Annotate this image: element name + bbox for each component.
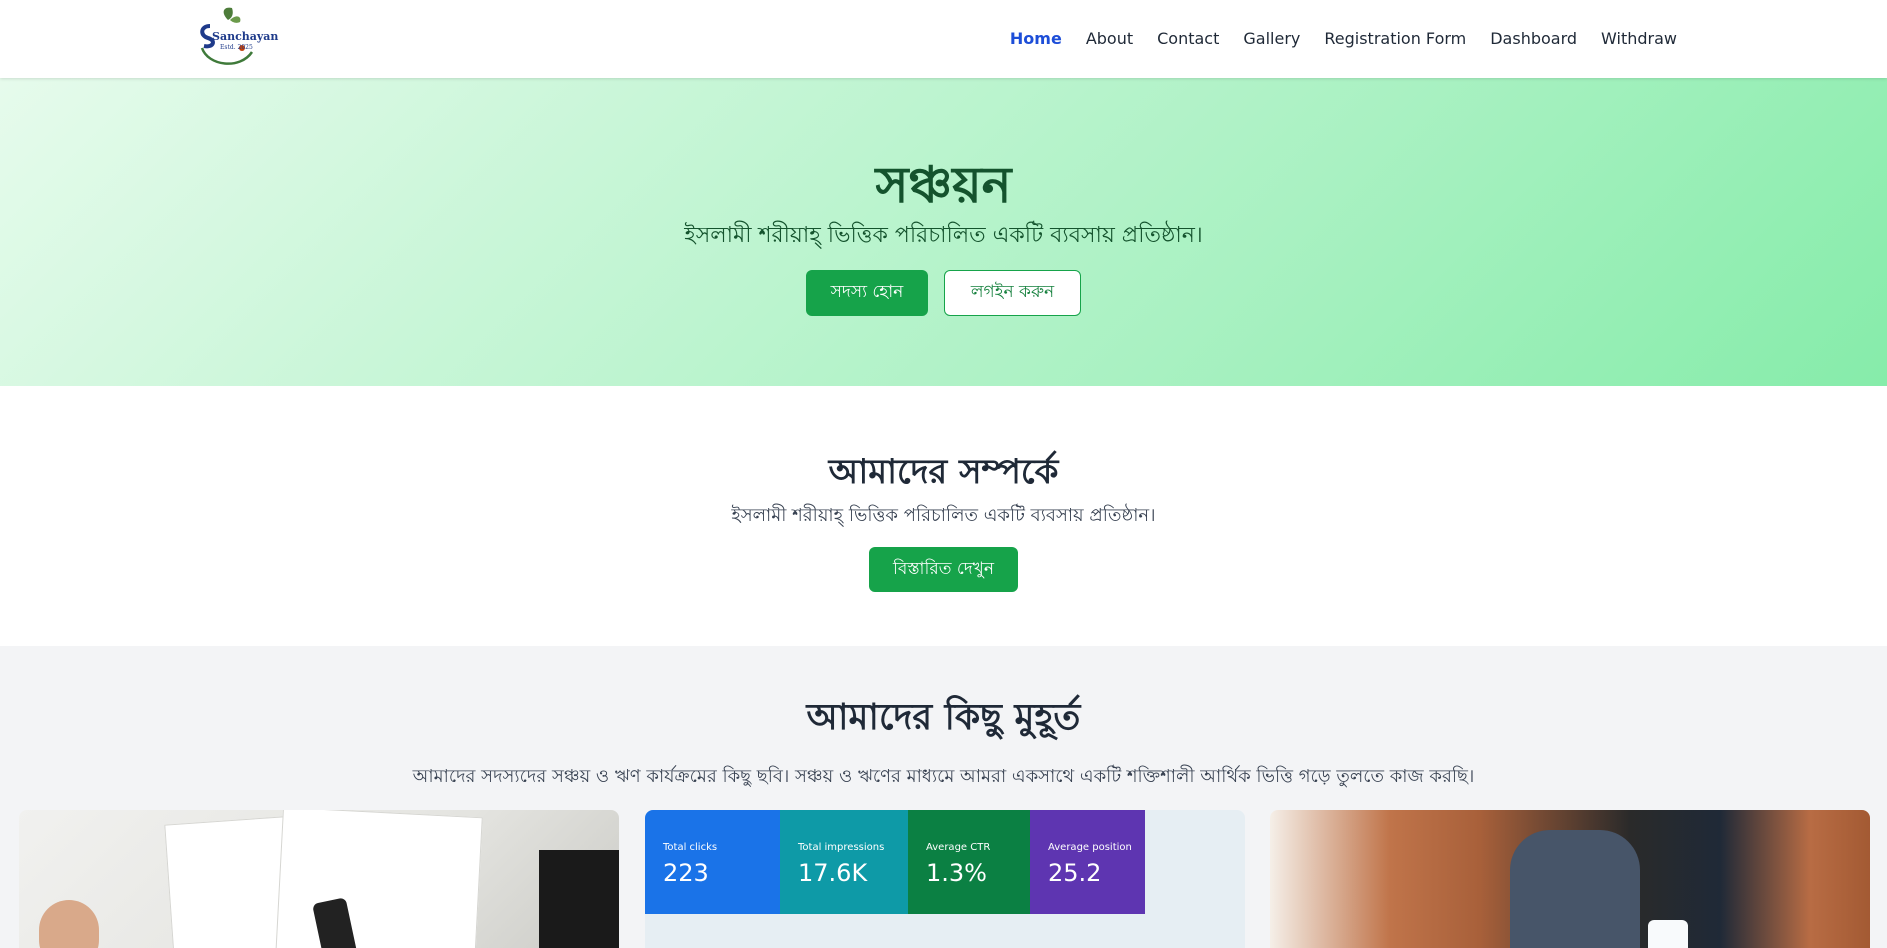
nav-home[interactable]: Home bbox=[998, 29, 1074, 48]
cup-shape bbox=[1648, 920, 1688, 948]
nav-withdraw[interactable]: Withdraw bbox=[1589, 29, 1689, 48]
gallery-title: আমাদের কিছু মুহূর্ত bbox=[806, 697, 1081, 738]
brand-logo[interactable]: Sanchayan Estd. 2025 bbox=[190, 6, 278, 68]
brand-established: Estd. 2025 bbox=[220, 44, 253, 51]
gallery-image-analytics-screen[interactable]: Total clicks 223 Total impressions 17.6K… bbox=[645, 810, 1245, 948]
stat-label: Average position bbox=[1048, 842, 1132, 853]
stat-average-ctr: Average CTR 1.3% bbox=[908, 810, 1030, 914]
gallery-section: আমাদের কিছু মুহূর্ত আমাদের সদস্যদের সঞ্চ… bbox=[0, 646, 1887, 948]
nav-dashboard[interactable]: Dashboard bbox=[1478, 29, 1589, 48]
gallery-image-tax-documents[interactable] bbox=[19, 810, 619, 948]
nav-gallery[interactable]: Gallery bbox=[1231, 29, 1312, 48]
gallery-image-person-with-cup[interactable] bbox=[1270, 810, 1870, 948]
top-navbar: Sanchayan Estd. 2025 Home About Contact … bbox=[0, 0, 1887, 78]
stat-label: Total clicks bbox=[663, 842, 718, 853]
stat-average-position: Average position 25.2 bbox=[1030, 810, 1145, 914]
stat-value: 17.6K bbox=[798, 859, 868, 887]
stat-value: 25.2 bbox=[1048, 859, 1102, 887]
about-title: আমাদের সম্পর্কে bbox=[828, 452, 1059, 492]
nav-about[interactable]: About bbox=[1074, 29, 1145, 48]
stat-total-clicks: Total clicks 223 bbox=[645, 810, 780, 914]
nav-registration-form[interactable]: Registration Form bbox=[1312, 29, 1478, 48]
about-text: ইসলামী শরীয়াহ্ ভিত্তিক পরিচালিত একটি ব্… bbox=[731, 505, 1156, 526]
hero-subtitle: ইসলামী শরীয়াহ্ ভিত্তিক পরিচালিত একটি ব্… bbox=[684, 223, 1203, 248]
dark-object-shape bbox=[539, 850, 619, 948]
document-paper bbox=[275, 810, 483, 948]
become-member-button[interactable]: সদস্য হোন bbox=[806, 270, 928, 316]
about-section: আমাদের সম্পর্কে ইসলামী শরীয়াহ্ ভিত্তিক … bbox=[0, 386, 1887, 646]
nav-contact[interactable]: Contact bbox=[1145, 29, 1231, 48]
stat-value: 223 bbox=[663, 859, 709, 887]
main-nav: Home About Contact Gallery Registration … bbox=[998, 0, 1689, 76]
person-shape bbox=[1510, 830, 1640, 948]
stat-label: Total impressions bbox=[798, 842, 885, 853]
login-button[interactable]: লগইন করুন bbox=[944, 270, 1081, 316]
analytics-stats: Total clicks 223 Total impressions 17.6K… bbox=[645, 810, 1245, 914]
stat-value: 1.3% bbox=[926, 859, 987, 887]
stat-label: Average CTR bbox=[926, 842, 991, 853]
brand-name: Sanchayan bbox=[212, 30, 279, 43]
hero-buttons: সদস্য হোন লগইন করুন bbox=[0, 270, 1887, 316]
hero-section: সঞ্চয়ন ইসলামী শরীয়াহ্ ভিত্তিক পরিচালিত… bbox=[0, 78, 1887, 386]
hand-shape bbox=[39, 900, 99, 948]
gallery-description: আমাদের সদস্যদের সঞ্চয় ও ঋণ কার্যক্রমের … bbox=[412, 766, 1475, 787]
stat-total-impressions: Total impressions 17.6K bbox=[780, 810, 908, 914]
view-details-button[interactable]: বিস্তারিত দেখুন bbox=[869, 547, 1018, 592]
